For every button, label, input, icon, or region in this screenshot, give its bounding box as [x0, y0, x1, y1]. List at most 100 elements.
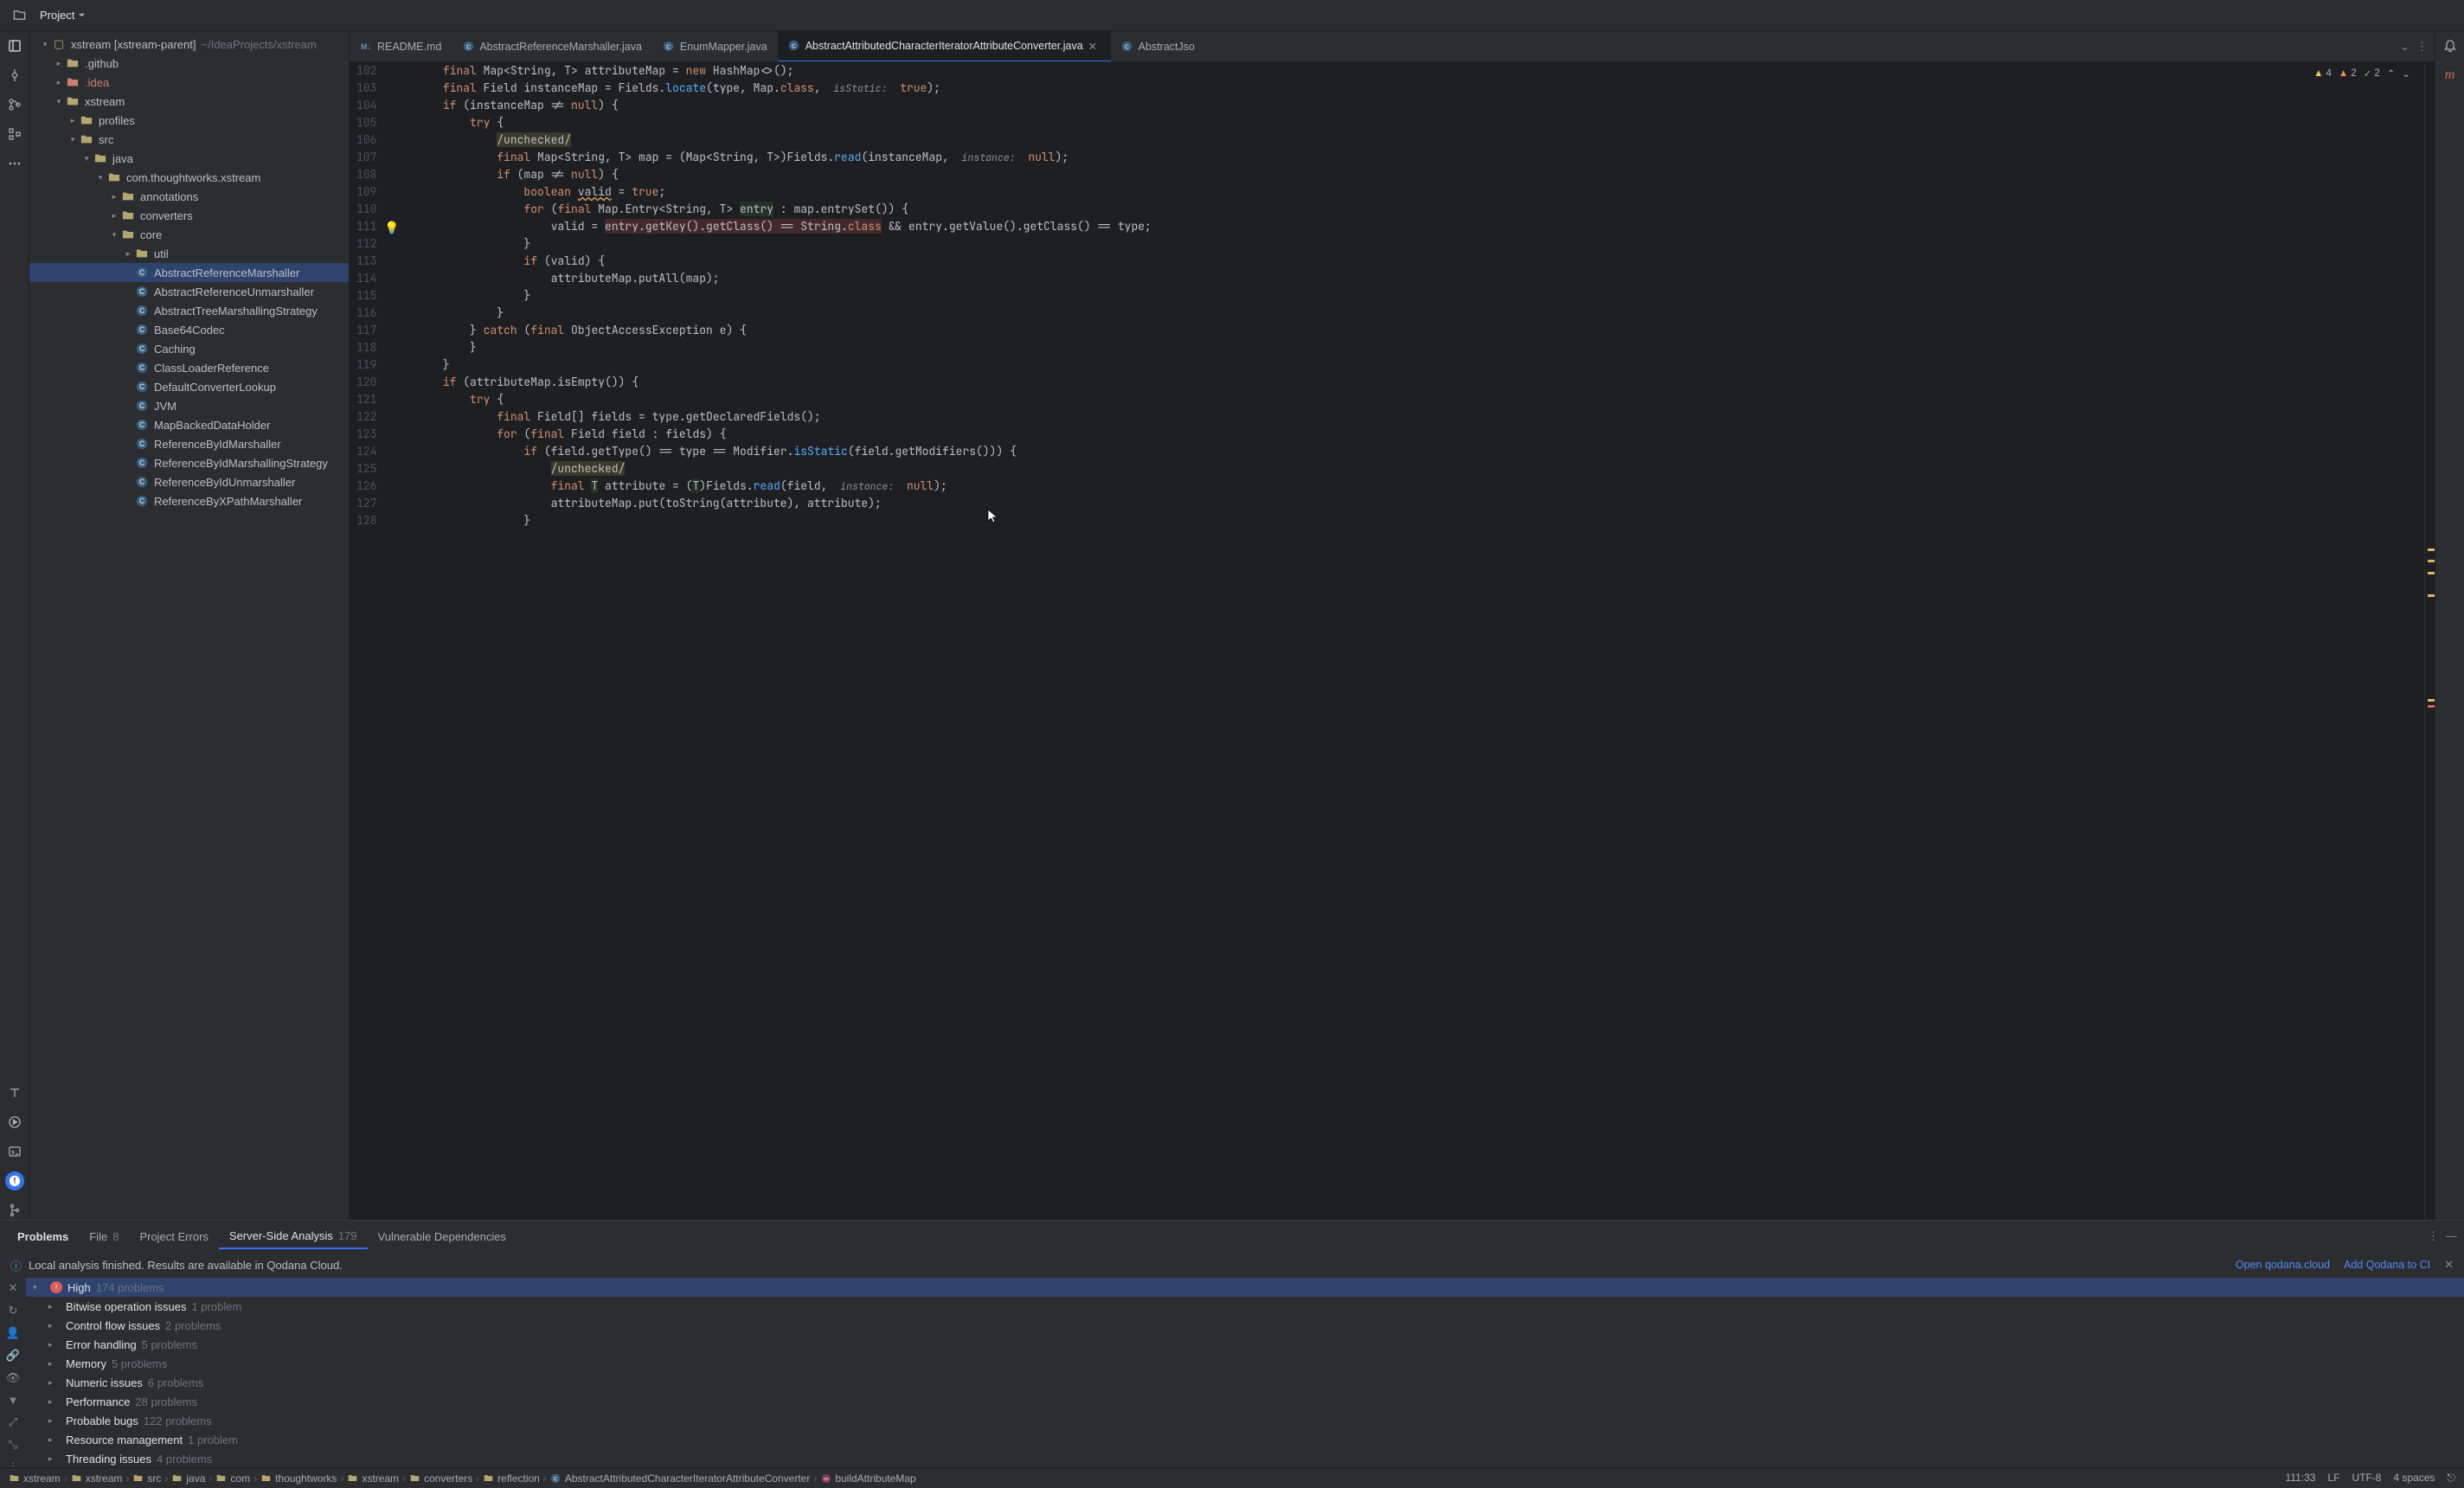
open-qodana-link[interactable]: Open qodana.cloud — [2236, 1259, 2330, 1271]
project-tree-panel[interactable]: ▾ ▢ xstream [xstream-parent] ~/IdeaProje… — [29, 31, 350, 1220]
code-line[interactable]: } — [388, 305, 2424, 322]
commit-tool-icon[interactable] — [5, 66, 24, 85]
code-line[interactable]: } — [388, 287, 2424, 305]
code-line[interactable]: /unchecked/ — [388, 460, 2424, 478]
problems-tool-icon[interactable]: ! — [5, 1171, 24, 1190]
run-tool-icon[interactable] — [5, 1113, 24, 1132]
tree-item-referencebyidmarshallingstrategy[interactable]: CReferenceByIdMarshallingStrategy — [29, 453, 349, 472]
inspection-summary[interactable]: ▲4 ▲2 ✓2 ⌃ ⌄ — [2313, 67, 2410, 80]
tree-item-converters[interactable]: ▸converters — [29, 206, 349, 225]
code-line[interactable]: for (final Map.Entry<String, T> entry : … — [388, 201, 2424, 218]
breadcrumb-item[interactable]: converters — [409, 1472, 472, 1485]
code-line[interactable]: attributeMap.put(toString(attribute), at… — [388, 495, 2424, 512]
refresh-icon[interactable]: ↻ — [9, 1304, 18, 1318]
notifications-icon[interactable] — [2441, 36, 2460, 55]
terminal-tool-icon[interactable] — [5, 1142, 24, 1161]
breadcrumb-item[interactable]: com — [215, 1472, 250, 1485]
tab-readme-md[interactable]: M↓README.md — [350, 31, 452, 62]
more-icon[interactable]: ⋮ — [2428, 1229, 2439, 1243]
code-line[interactable]: for (final Field field : fields) { — [388, 426, 2424, 443]
code-line[interactable]: final Field instanceMap = Fields.locate(… — [388, 80, 2424, 97]
tree-item-referencebyxpathmarshaller[interactable]: CReferenceByXPathMarshaller — [29, 491, 349, 510]
code-line[interactable]: } — [388, 512, 2424, 529]
tree-item-mapbackeddataholder[interactable]: CMapBackedDataHolder — [29, 415, 349, 434]
problem-group-numeric-issues[interactable]: ▸Numeric issues6 problems — [26, 1373, 2464, 1392]
breadcrumb-item[interactable]: mbuildAttributeMap — [820, 1472, 915, 1485]
tree-item-xstream[interactable]: ▾xstream — [29, 92, 349, 111]
tab-enummapper-java[interactable]: CEnumMapper.java — [652, 31, 778, 62]
user-icon[interactable]: 👤 — [6, 1326, 20, 1340]
git-tool-icon[interactable] — [5, 1201, 24, 1220]
problems-list[interactable]: ▾!High174 problems▸Bitwise operation iss… — [26, 1278, 2464, 1467]
tree-item-classloaderreference[interactable]: CClassLoaderReference — [29, 358, 349, 377]
tree-item-util[interactable]: ▸util — [29, 244, 349, 263]
expand-icon[interactable]: ⤢ — [9, 1415, 17, 1429]
tab-abstractattributedcharacteriteratorattributeconverter-java[interactable]: CAbstractAttributedCharacterIteratorAttr… — [778, 31, 1111, 62]
tab-dropdown-icon[interactable]: ⌄ — [2400, 40, 2409, 54]
code-line[interactable]: if (attributeMap.isEmpty()) { — [388, 374, 2424, 391]
tree-item--idea[interactable]: ▸.idea — [29, 73, 349, 92]
problems-tab-vulnerable-dependencies[interactable]: Vulnerable Dependencies — [368, 1224, 517, 1249]
close-icon[interactable]: ✕ — [2444, 1258, 2454, 1272]
problems-tab-project-errors[interactable]: Project Errors — [129, 1224, 218, 1249]
tab-abstractjso[interactable]: CAbstractJso — [1111, 31, 1205, 62]
code-line[interactable]: } — [388, 235, 2424, 253]
filter-icon[interactable]: ▼ — [8, 1394, 19, 1407]
maven-icon[interactable]: m — [2441, 66, 2460, 85]
link-icon[interactable]: 🔗 — [6, 1349, 20, 1363]
tree-item-core[interactable]: ▾core — [29, 225, 349, 244]
intention-bulb-icon[interactable]: 💡 — [384, 220, 399, 237]
code-line[interactable]: if (valid) { — [388, 253, 2424, 270]
tree-item-caching[interactable]: CCaching — [29, 339, 349, 358]
readonly-icon[interactable]: ⎋ — [2448, 1472, 2456, 1485]
tree-item-annotations[interactable]: ▸annotations — [29, 187, 349, 206]
breadcrumb-item[interactable]: xstream — [347, 1472, 399, 1485]
problem-group-memory[interactable]: ▸Memory5 problems — [26, 1354, 2464, 1373]
code-line[interactable]: attributeMap.putAll(map); — [388, 270, 2424, 287]
problem-group-probable-bugs[interactable]: ▸Probable bugs122 problems — [26, 1411, 2464, 1430]
code-line[interactable]: } — [388, 339, 2424, 356]
eye-icon[interactable]: 👁 — [6, 1371, 21, 1385]
problem-group-control-flow-issues[interactable]: ▸Control flow issues2 problems — [26, 1316, 2464, 1335]
tab-more-icon[interactable]: ⋮ — [2416, 40, 2428, 54]
tree-item-jvm[interactable]: CJVM — [29, 396, 349, 415]
tree-item--github[interactable]: ▸.github — [29, 54, 349, 73]
encoding[interactable]: UTF-8 — [2352, 1472, 2381, 1485]
tree-item-abstracttreemarshallingstrategy[interactable]: CAbstractTreeMarshallingStrategy — [29, 301, 349, 320]
more-tool-icon[interactable] — [5, 154, 24, 173]
code-line[interactable]: boolean valid = true; — [388, 183, 2424, 201]
problem-group-high[interactable]: ▾!High174 problems — [26, 1278, 2464, 1297]
problems-tab-file[interactable]: File8 — [79, 1224, 129, 1249]
tree-item-base64codec[interactable]: CBase64Codec — [29, 320, 349, 339]
problem-group-bitwise-operation-issues[interactable]: ▸Bitwise operation issues1 problem — [26, 1297, 2464, 1316]
problems-tab-server-side-analysis[interactable]: Server-Side Analysis179 — [219, 1224, 368, 1249]
tree-item-defaultconverterlookup[interactable]: CDefaultConverterLookup — [29, 377, 349, 396]
folder-icon[interactable] — [7, 3, 31, 28]
breadcrumb-item[interactable]: xstream — [71, 1472, 123, 1485]
collapse-icon[interactable]: ⤡ — [9, 1438, 17, 1452]
code-line[interactable]: if (instanceMap != null) { — [388, 97, 2424, 114]
chevron-up-icon[interactable]: ⌃ — [2387, 67, 2396, 80]
breadcrumb-item[interactable]: reflection — [483, 1472, 540, 1485]
problem-group-performance[interactable]: ▸Performance28 problems — [26, 1392, 2464, 1411]
code-line[interactable]: if (field.getType() == type == Modifier.… — [388, 443, 2424, 460]
code-line[interactable]: try { — [388, 114, 2424, 131]
code-editor[interactable]: 102103104105106107108109110111💡112113114… — [350, 62, 2435, 1220]
project-tool-icon[interactable] — [5, 36, 24, 55]
problems-tab-problems[interactable]: Problems — [7, 1224, 79, 1249]
breadcrumb-item[interactable]: src — [132, 1472, 161, 1485]
tree-item-referencebyidunmarshaller[interactable]: CReferenceByIdUnmarshaller — [29, 472, 349, 491]
code-line[interactable]: final Map<String, T> map = (Map<String, … — [388, 149, 2424, 166]
structure-tool-icon[interactable] — [5, 125, 24, 144]
text-tool-icon[interactable] — [5, 1083, 24, 1102]
vcs-tool-icon[interactable] — [5, 95, 24, 114]
breadcrumb-item[interactable]: xstream — [9, 1472, 61, 1485]
tree-item-abstractreferenceunmarshaller[interactable]: CAbstractReferenceUnmarshaller — [29, 282, 349, 301]
tree-item-profiles[interactable]: ▸profiles — [29, 111, 349, 130]
code-line[interactable]: valid = entry.getKey().getClass() == Str… — [388, 218, 2424, 235]
code-line[interactable]: } catch (final ObjectAccessException e) … — [388, 322, 2424, 339]
code-line[interactable]: if (map != null) { — [388, 166, 2424, 183]
code-content[interactable]: final Map<String, T> attributeMap = new … — [388, 62, 2424, 1220]
code-line[interactable]: final Field[] fields = type.getDeclaredF… — [388, 408, 2424, 426]
tree-root[interactable]: ▾ ▢ xstream [xstream-parent] ~/IdeaProje… — [29, 35, 349, 54]
